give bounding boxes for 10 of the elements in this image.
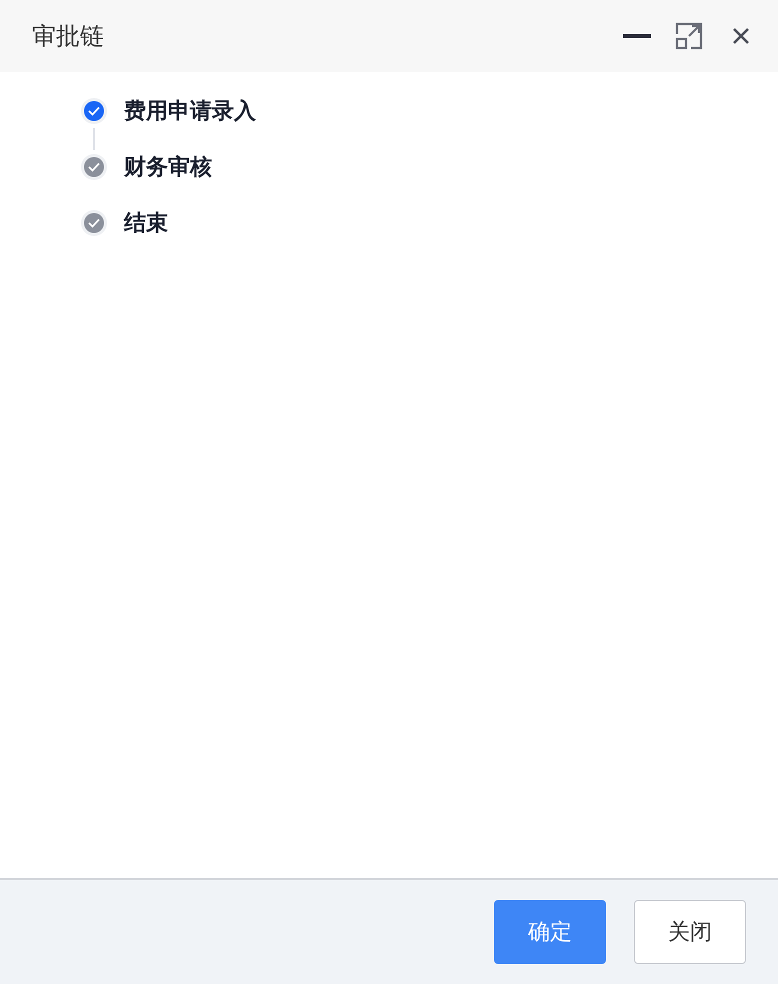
window-title: 审批链: [32, 21, 105, 52]
maximize-icon[interactable]: [674, 21, 704, 51]
step-check-icon: [81, 98, 107, 124]
confirm-button[interactable]: 确定: [494, 900, 606, 964]
step-check-icon: [81, 154, 107, 180]
step-label: 费用申请录入: [124, 98, 256, 126]
step-label: 财务审核: [124, 154, 212, 182]
step-check-icon: [81, 210, 107, 236]
close-button[interactable]: 关闭: [634, 900, 746, 964]
step-label: 结束: [124, 210, 168, 238]
